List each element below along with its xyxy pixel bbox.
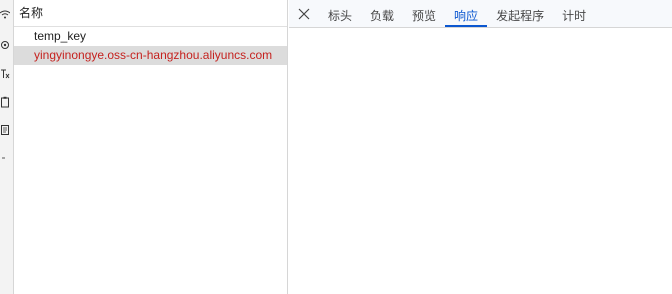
request-row-oss[interactable]: yingyinongye.oss-cn-hangzhou.aliyuncs.co…: [14, 46, 287, 65]
settings-icon[interactable]: [0, 37, 10, 53]
left-activity-strip: [0, 0, 14, 294]
clipboard-icon[interactable]: [0, 94, 10, 110]
tab-preview[interactable]: 预览: [403, 0, 445, 27]
close-button[interactable]: [289, 0, 319, 27]
tab-initiator[interactable]: 发起程序: [487, 0, 553, 27]
request-list: 名称 temp_key yingyinongye.oss-cn-hangzhou…: [14, 0, 288, 294]
tab-payload[interactable]: 负载: [361, 0, 403, 27]
wifi-icon[interactable]: [0, 6, 10, 22]
request-detail-pane: 标头 负载 预览 响应 发起程序 计时: [289, 0, 672, 294]
name-column-header[interactable]: 名称: [14, 0, 287, 27]
response-body: [289, 28, 672, 294]
devtools-network-panel: 名称 temp_key yingyinongye.oss-cn-hangzhou…: [0, 0, 672, 294]
detail-tabbar: 标头 负载 预览 响应 发起程序 计时: [289, 0, 672, 28]
dash-icon[interactable]: [0, 150, 10, 166]
note-icon[interactable]: [0, 122, 10, 138]
request-name: yingyinongye.oss-cn-hangzhou.aliyuncs.co…: [34, 48, 273, 62]
tab-headers[interactable]: 标头: [319, 0, 361, 27]
tab-timing[interactable]: 计时: [553, 0, 595, 27]
close-icon: [298, 8, 310, 19]
text-icon[interactable]: [0, 66, 10, 82]
tab-response[interactable]: 响应: [445, 0, 488, 27]
request-name: temp_key: [34, 29, 87, 43]
request-row-temp-key[interactable]: temp_key: [14, 27, 287, 46]
